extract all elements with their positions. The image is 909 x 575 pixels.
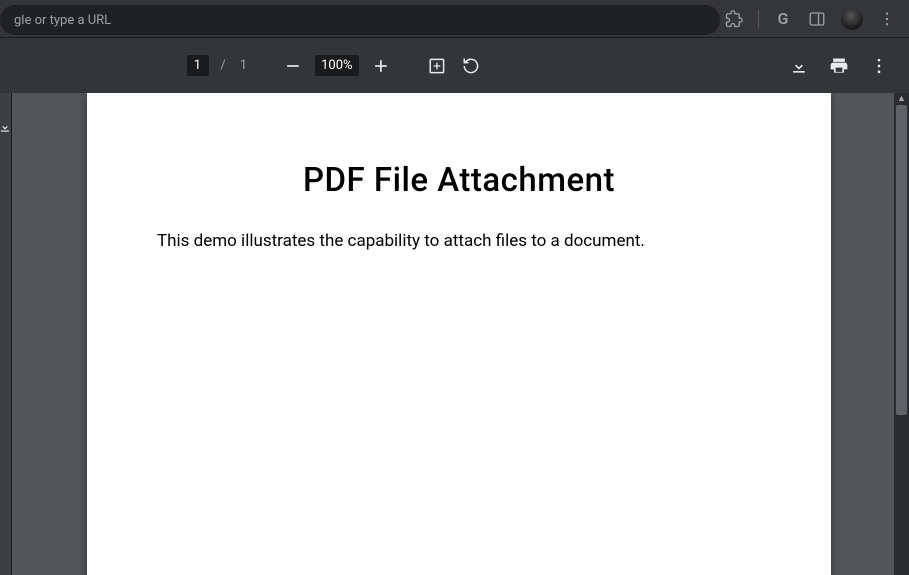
omnibox-placeholder: gle or type a URL (14, 13, 111, 28)
browser-chrome-bar: gle or type a URL G (0, 0, 909, 37)
divider (758, 10, 759, 28)
print-button[interactable] (827, 54, 851, 78)
pdf-viewer: 1 / 1 100% (0, 37, 909, 575)
current-page-input[interactable]: 1 (186, 55, 208, 76)
document-body: This demo illustrates the capability to … (157, 230, 761, 254)
total-pages: 1 (240, 58, 247, 73)
sidebar-edge (0, 93, 12, 575)
google-icon[interactable]: G (773, 9, 793, 29)
page-separator: / (220, 58, 225, 73)
extensions-icon[interactable] (724, 9, 744, 29)
fit-to-page-button[interactable] (425, 54, 449, 78)
zoom-in-button[interactable] (369, 54, 393, 78)
document-title: PDF File Attachment (157, 161, 761, 200)
pdf-page: PDF File Attachment This demo illustrate… (87, 93, 831, 575)
omnibox[interactable]: gle or type a URL (0, 5, 720, 35)
chrome-actions: G (724, 8, 897, 30)
rotate-button[interactable] (459, 54, 483, 78)
pdf-menu-button[interactable] (867, 54, 891, 78)
zoom-out-button[interactable] (281, 54, 305, 78)
toolbar-center: 1 / 1 100% (186, 54, 482, 78)
download-shelf-icon[interactable] (0, 119, 12, 138)
scrollbar-track[interactable]: ▲ (894, 93, 909, 575)
profile-avatar[interactable] (841, 8, 863, 30)
download-button[interactable] (787, 54, 811, 78)
scrollbar-thumb[interactable] (896, 105, 907, 415)
pdf-toolbar: 1 / 1 100% (0, 37, 909, 93)
toolbar-right (446, 54, 909, 78)
zoom-level[interactable]: 100% (315, 55, 358, 76)
side-panel-icon[interactable] (807, 9, 827, 29)
pdf-stage: PDF File Attachment This demo illustrate… (0, 93, 909, 575)
page-area[interactable]: PDF File Attachment This demo illustrate… (12, 93, 894, 575)
scroll-up-arrow[interactable]: ▲ (897, 93, 906, 104)
browser-menu-icon[interactable] (877, 9, 897, 29)
